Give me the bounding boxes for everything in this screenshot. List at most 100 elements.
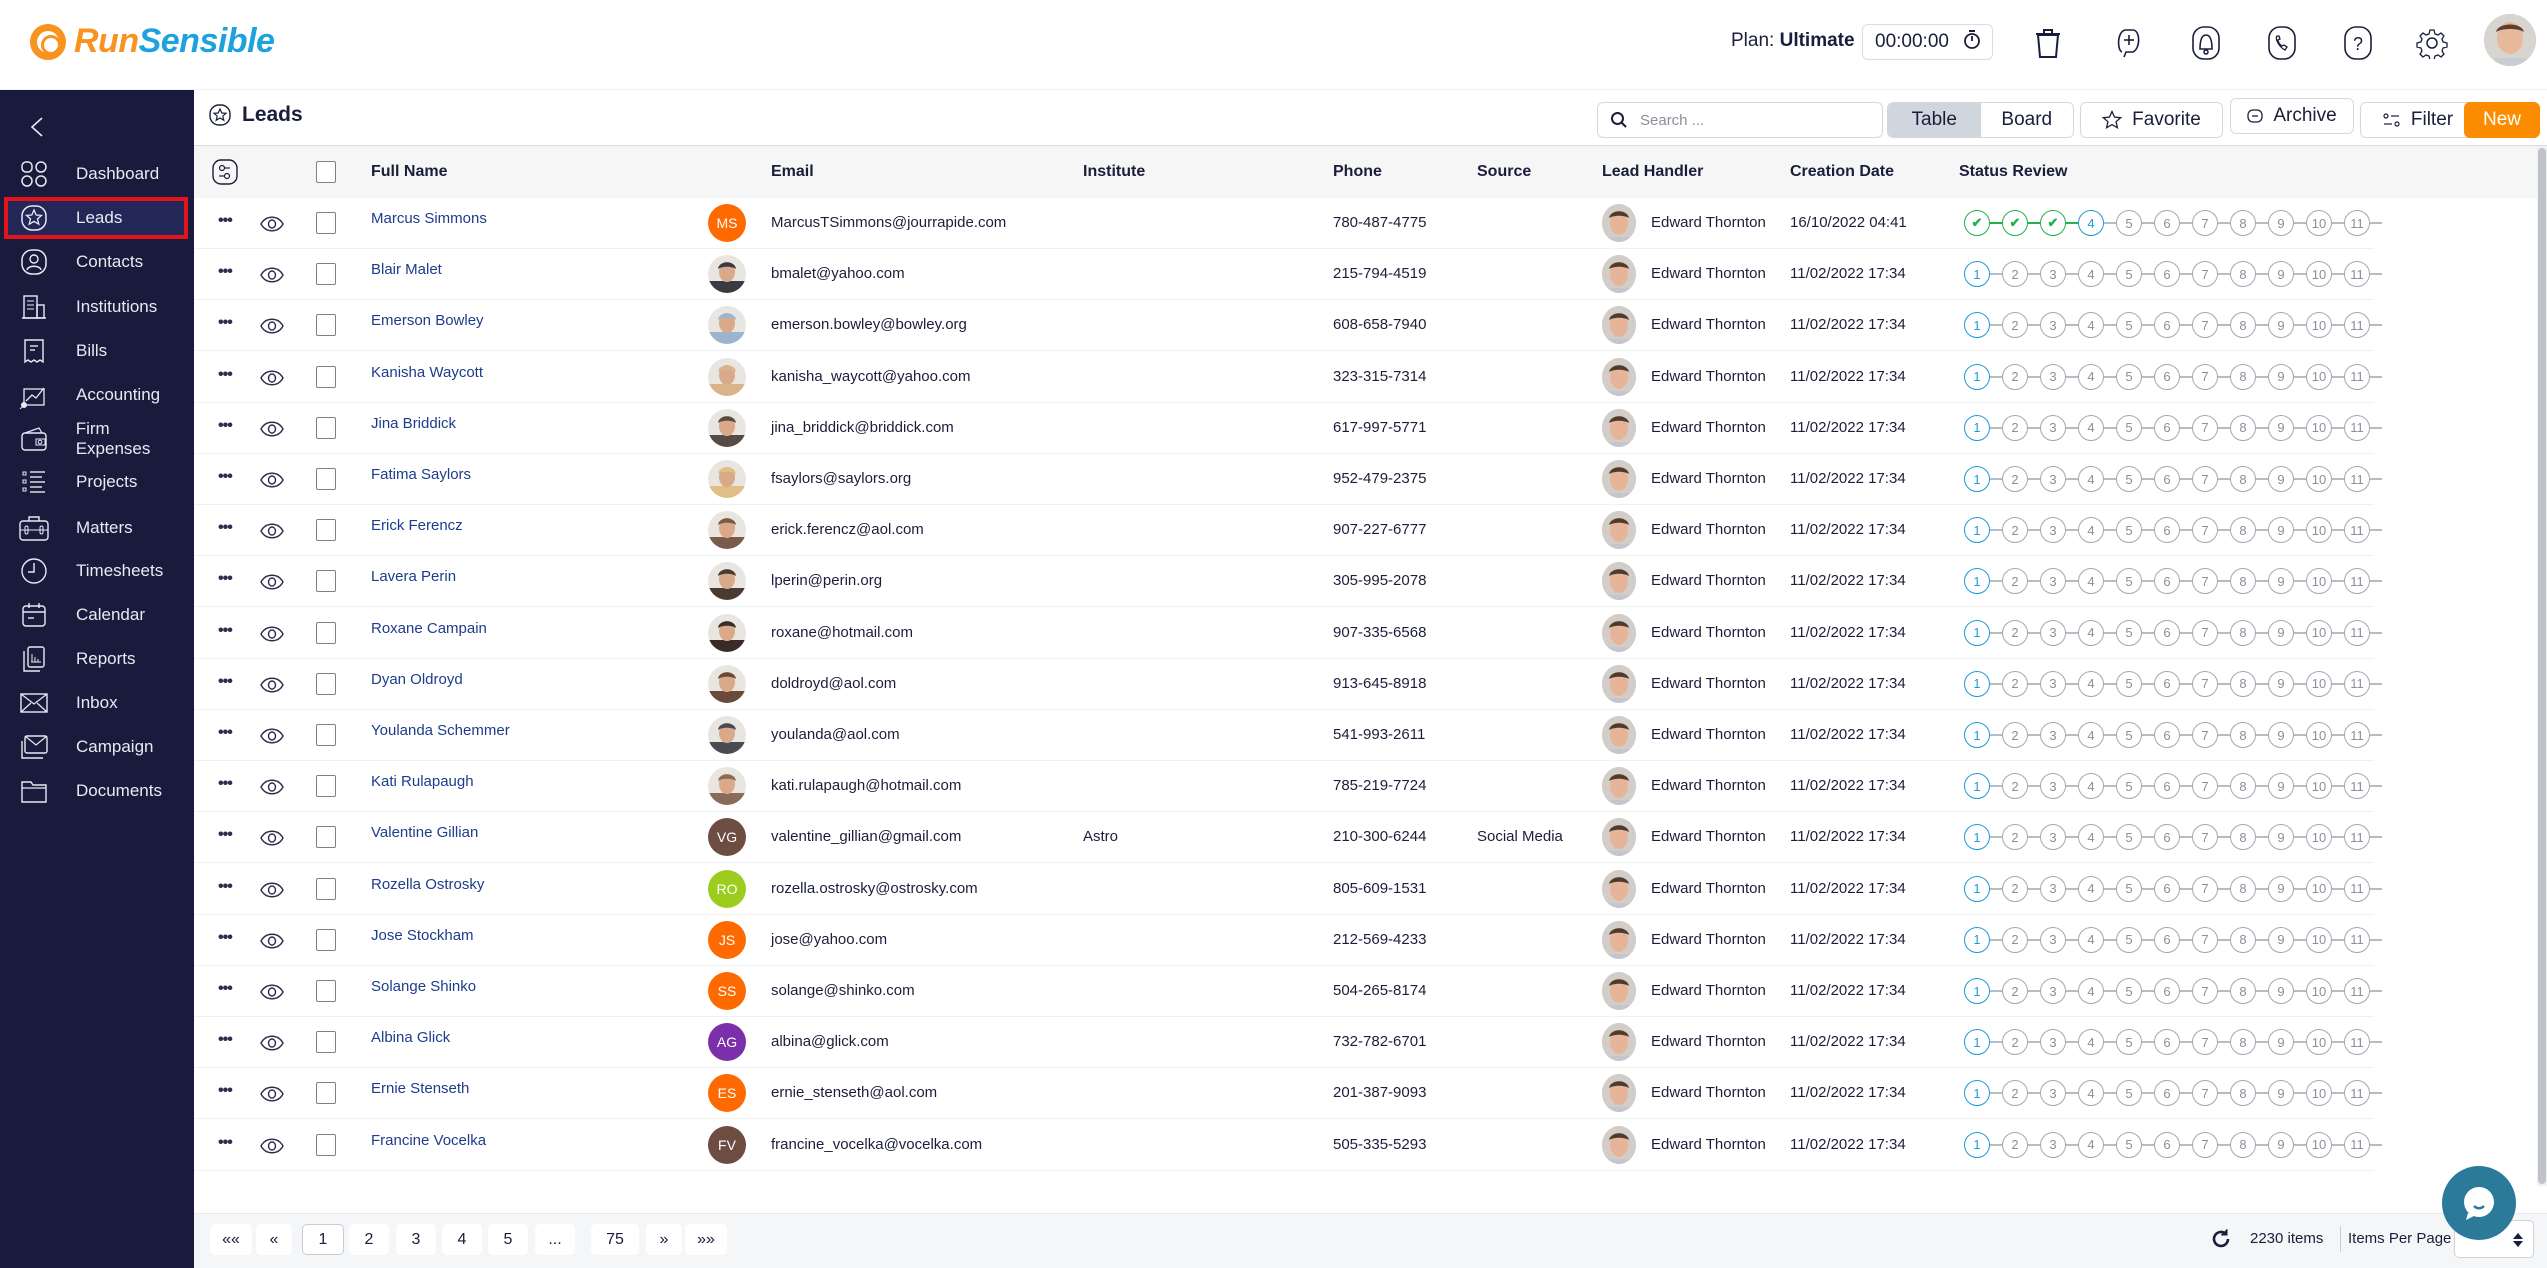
sidebar-item-dashboard[interactable]: Dashboard — [4, 153, 188, 195]
status-step[interactable]: 2 — [2002, 1029, 2028, 1056]
status-step[interactable]: 11 — [2344, 926, 2370, 953]
status-step[interactable]: 2 — [2002, 414, 2028, 441]
status-step[interactable]: 2 — [2002, 926, 2028, 953]
status-step[interactable]: 6 — [2154, 517, 2180, 544]
trash-icon[interactable] — [2029, 24, 2067, 62]
status-step[interactable]: 10 — [2306, 875, 2332, 902]
lead-name-link[interactable]: Ernie Stenseth — [371, 1080, 469, 1097]
status-step[interactable]: 4 — [2078, 312, 2104, 339]
status-step[interactable]: 1 — [1964, 1080, 1990, 1107]
status-step[interactable]: 2 — [2002, 517, 2028, 544]
status-step[interactable]: 5 — [2116, 1080, 2142, 1107]
status-step[interactable]: 9 — [2268, 363, 2294, 390]
status-step[interactable]: 1 — [1964, 978, 1990, 1004]
lead-name-link[interactable]: Blair Malet — [371, 261, 442, 278]
lead-name-link[interactable]: Marcus Simmons — [371, 210, 487, 227]
status-step[interactable]: 8 — [2230, 926, 2256, 953]
view-eye-icon[interactable] — [260, 368, 284, 392]
status-step[interactable]: 2 — [2002, 722, 2028, 748]
status-step[interactable]: 7 — [2192, 773, 2218, 800]
status-step[interactable]: 5 — [2116, 722, 2142, 748]
status-step[interactable]: 4 — [2078, 978, 2104, 1004]
status-step[interactable]: 11 — [2344, 363, 2370, 390]
table-row[interactable]: ••• Francine Vocelka FV francine_vocelka@vo… — [194, 1120, 2382, 1171]
row-checkbox[interactable] — [316, 365, 336, 388]
status-step[interactable]: 9 — [2268, 875, 2294, 902]
table-row[interactable]: ••• Rozella Ostrosky RO rozella.ostrosky@os… — [194, 864, 2382, 915]
status-step[interactable]: 3 — [2040, 363, 2066, 390]
status-step[interactable]: 7 — [2192, 1080, 2218, 1107]
status-step[interactable]: 4 — [2078, 1029, 2104, 1056]
status-step[interactable]: 10 — [2306, 773, 2332, 800]
view-eye-icon[interactable] — [260, 419, 284, 443]
search-input[interactable]: Search ... — [1597, 102, 1883, 138]
status-step[interactable]: 5 — [2116, 414, 2142, 441]
status-step[interactable]: 2 — [2002, 978, 2028, 1004]
archive-button[interactable]: Archive — [2230, 98, 2354, 134]
status-step[interactable]: 11 — [2344, 568, 2370, 595]
row-actions-menu-icon[interactable]: ••• — [218, 1134, 233, 1152]
row-checkbox[interactable] — [316, 1082, 336, 1105]
table-row[interactable]: ••• Ernie Stenseth ES ernie_stenseth@aol.co… — [194, 1068, 2382, 1120]
status-step[interactable]: 7 — [2192, 875, 2218, 902]
lead-name-link[interactable]: Dyan Oldroyd — [371, 671, 463, 688]
lead-name-link[interactable]: Albina Glick — [371, 1029, 450, 1046]
timer[interactable]: 00:00:00 — [1862, 24, 1993, 60]
column-header-status-review[interactable]: Status Review — [1959, 163, 2067, 181]
lead-name-link[interactable]: Valentine Gillian — [371, 824, 478, 841]
status-step[interactable]: 7 — [2192, 1131, 2218, 1158]
status-step[interactable]: 6 — [2154, 773, 2180, 800]
row-checkbox[interactable] — [316, 980, 336, 1002]
status-step[interactable]: 11 — [2344, 619, 2370, 646]
status-step[interactable]: 6 — [2154, 875, 2180, 902]
sidebar-item-leads[interactable]: Leads — [4, 197, 188, 239]
view-eye-icon[interactable] — [260, 726, 284, 750]
status-step[interactable]: 1 — [1964, 261, 1990, 288]
view-eye-icon[interactable] — [260, 828, 284, 852]
status-step[interactable]: 6 — [2154, 210, 2180, 236]
sidebar-item-accounting[interactable]: Accounting — [4, 374, 188, 416]
status-step[interactable]: 10 — [2306, 261, 2332, 288]
status-step[interactable]: 7 — [2192, 1029, 2218, 1056]
stopwatch-icon[interactable] — [1962, 28, 1982, 56]
table-row[interactable]: ••• Kanisha Waycott kanisha_waycott@yahoo.… — [194, 352, 2382, 403]
view-eye-icon[interactable] — [260, 572, 284, 596]
view-eye-icon[interactable] — [260, 777, 284, 801]
table-row[interactable]: ••• Youlanda Schemmer youlanda@aol.com 541-… — [194, 710, 2382, 761]
sidebar-item-contacts[interactable]: Contacts — [4, 241, 188, 283]
status-step[interactable]: 8 — [2230, 619, 2256, 646]
page-button-4[interactable]: 4 — [442, 1224, 482, 1255]
status-step[interactable]: 5 — [2116, 619, 2142, 646]
view-eye-icon[interactable] — [260, 316, 284, 340]
bell-icon[interactable] — [2187, 24, 2225, 62]
status-step[interactable]: 1 — [1964, 824, 1990, 851]
status-step[interactable]: 1 — [1964, 414, 1990, 441]
status-step[interactable]: 11 — [2344, 1029, 2370, 1056]
next-page-button[interactable]: » — [646, 1224, 682, 1255]
status-step[interactable]: 10 — [2306, 210, 2332, 236]
row-checkbox[interactable] — [316, 1133, 336, 1156]
status-step[interactable]: 9 — [2268, 1131, 2294, 1158]
status-step[interactable]: 8 — [2230, 670, 2256, 697]
status-step[interactable]: 5 — [2116, 312, 2142, 339]
table-row[interactable]: ••• Jose Stockham JS jose@yahoo.com 212-569-… — [194, 915, 2382, 966]
status-step[interactable]: 3 — [2040, 824, 2066, 851]
row-checkbox[interactable] — [316, 314, 336, 337]
row-actions-menu-icon[interactable]: ••• — [218, 980, 233, 998]
status-step[interactable]: 4 — [2078, 1080, 2104, 1107]
status-step[interactable]: 8 — [2230, 824, 2256, 851]
status-step[interactable]: 3 — [2040, 875, 2066, 902]
status-step[interactable]: 10 — [2306, 722, 2332, 748]
status-step[interactable]: 8 — [2230, 568, 2256, 595]
help-icon[interactable]: ? — [2339, 24, 2377, 62]
view-eye-icon[interactable] — [260, 624, 284, 648]
status-step[interactable]: 8 — [2230, 210, 2256, 236]
row-checkbox[interactable] — [316, 826, 336, 849]
lead-name-link[interactable]: Rozella Ostrosky — [371, 876, 484, 893]
status-step[interactable]: 5 — [2116, 978, 2142, 1004]
status-step[interactable]: 4 — [2078, 363, 2104, 390]
table-row[interactable]: ••• Valentine Gillian VG valentine_gillian@… — [194, 812, 2382, 864]
status-step[interactable]: 4 — [2078, 261, 2104, 288]
table-row[interactable]: ••• Erick Ferencz erick.ferencz@aol.com 907… — [194, 505, 2382, 557]
status-step[interactable]: 10 — [2306, 619, 2332, 646]
